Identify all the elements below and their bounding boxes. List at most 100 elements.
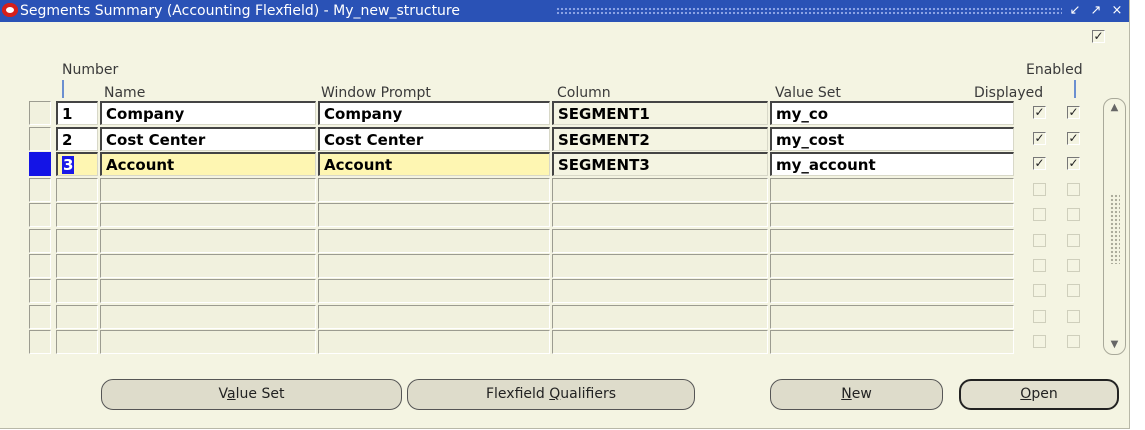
displayed-checkbox[interactable]: ✓ <box>1033 132 1046 145</box>
enabled-checkbox[interactable]: ✓ <box>1067 157 1080 170</box>
number-field[interactable]: 2 <box>56 127 98 151</box>
window-prompt-field[interactable] <box>318 178 550 202</box>
name-field[interactable] <box>100 178 316 202</box>
enabled-checkbox[interactable] <box>1067 334 1080 348</box>
enabled-checkbox[interactable] <box>1067 233 1080 247</box>
number-field[interactable] <box>56 228 98 253</box>
enabled-checkbox[interactable] <box>1067 258 1080 272</box>
window-prompt-field[interactable] <box>318 228 550 253</box>
number-field[interactable] <box>56 253 98 278</box>
column-field[interactable] <box>552 253 768 278</box>
name-field[interactable]: Company <box>100 101 316 125</box>
name-field[interactable] <box>100 228 316 253</box>
enabled-checkbox[interactable]: ✓ <box>1067 106 1080 119</box>
row-selector[interactable] <box>29 279 51 304</box>
window-prompt-field[interactable] <box>318 279 550 304</box>
displayed-checkbox[interactable] <box>1033 334 1046 348</box>
number-field[interactable] <box>56 203 98 228</box>
column-field[interactable] <box>552 178 768 202</box>
column-field[interactable]: SEGMENT2 <box>552 127 768 151</box>
number-field[interactable] <box>56 178 98 202</box>
flexfield-qualifiers-button-mnemonic: Q <box>549 386 561 402</box>
enabled-checkbox[interactable] <box>1067 309 1080 323</box>
row-selector[interactable] <box>29 127 51 151</box>
row-selector[interactable] <box>29 253 51 278</box>
oracle-logo-icon <box>2 3 18 17</box>
name-field[interactable] <box>100 304 316 329</box>
column-field[interactable] <box>552 228 768 253</box>
window-prompt-field[interactable] <box>318 329 550 354</box>
displayed-checkbox[interactable] <box>1033 258 1046 272</box>
window-prompt-field[interactable]: Cost Center <box>318 127 550 151</box>
window-prompt-field[interactable] <box>318 203 550 228</box>
displayed-checkbox[interactable] <box>1033 309 1046 323</box>
enabled-checkbox[interactable] <box>1067 183 1080 196</box>
displayed-checkbox[interactable] <box>1033 183 1046 196</box>
window-prompt-field[interactable]: Company <box>318 101 550 125</box>
header-enabled-marker <box>1074 80 1076 98</box>
number-field[interactable] <box>56 304 98 329</box>
row-selector[interactable] <box>29 203 51 228</box>
value-set-field[interactable]: my_account <box>770 152 1014 176</box>
row-selector[interactable] <box>29 304 51 329</box>
close-icon[interactable]: × <box>1109 2 1125 20</box>
scroll-thumb-grip[interactable] <box>1110 194 1120 264</box>
value-set-field[interactable] <box>770 253 1014 278</box>
value-set-field[interactable] <box>770 228 1014 253</box>
name-field[interactable] <box>100 279 316 304</box>
name-field[interactable]: Cost Center <box>100 127 316 151</box>
vertical-scrollbar[interactable]: ▲ ▼ <box>1103 98 1126 355</box>
scroll-down-icon[interactable]: ▼ <box>1109 340 1120 350</box>
row-selector[interactable] <box>29 101 51 125</box>
value-set-field[interactable] <box>770 304 1014 329</box>
header-displayed: Displayed <box>974 85 1044 101</box>
maximize-icon[interactable]: ↗ <box>1088 2 1104 20</box>
row-selector[interactable] <box>29 329 51 354</box>
value-set-field[interactable] <box>770 203 1014 228</box>
column-field[interactable] <box>552 304 768 329</box>
window-prompt-field[interactable] <box>318 304 550 329</box>
window-prompt-field[interactable]: Account <box>318 152 550 176</box>
displayed-checkbox[interactable]: ✓ <box>1033 106 1046 119</box>
row-selector[interactable] <box>29 228 51 253</box>
minimize-icon[interactable]: ↙ <box>1067 2 1083 20</box>
name-field[interactable]: Account <box>100 152 316 176</box>
number-field[interactable] <box>56 329 98 354</box>
value-set-field[interactable]: my_co <box>770 101 1014 125</box>
displayed-checkbox[interactable] <box>1033 284 1046 298</box>
value-set-field[interactable] <box>770 279 1014 304</box>
window-prompt-field[interactable] <box>318 253 550 278</box>
column-field[interactable] <box>552 203 768 228</box>
top-checkbox[interactable]: ✓ <box>1092 30 1105 43</box>
new-button[interactable]: New <box>770 379 943 410</box>
value-set-button-label: V <box>218 386 228 402</box>
name-field[interactable] <box>100 203 316 228</box>
new-button-label-rest: ew <box>851 386 872 402</box>
value-set-field[interactable] <box>770 329 1014 354</box>
name-field[interactable] <box>100 329 316 354</box>
number-field[interactable]: 1 <box>56 101 98 125</box>
flexfield-qualifiers-button-label: Flexfield <box>485 386 550 402</box>
column-field[interactable] <box>552 279 768 304</box>
flexfield-qualifiers-button[interactable]: Flexfield Qualifiers <box>407 379 695 410</box>
column-field[interactable]: SEGMENT1 <box>552 101 768 125</box>
displayed-checkbox[interactable] <box>1033 233 1046 247</box>
number-field[interactable] <box>56 279 98 304</box>
value-set-field[interactable] <box>770 178 1014 202</box>
number-field[interactable]: 3 <box>56 152 98 176</box>
name-field[interactable] <box>100 253 316 278</box>
row-selector-current[interactable] <box>29 152 51 176</box>
column-field[interactable] <box>552 329 768 354</box>
scroll-up-icon[interactable]: ▲ <box>1109 103 1120 113</box>
open-button[interactable]: Open <box>959 379 1119 410</box>
row-selector[interactable] <box>29 178 51 202</box>
title-bar[interactable]: Segments Summary (Accounting Flexfield) … <box>0 0 1129 22</box>
column-field[interactable]: SEGMENT3 <box>552 152 768 176</box>
displayed-checkbox[interactable]: ✓ <box>1033 157 1046 170</box>
displayed-checkbox[interactable] <box>1033 208 1046 222</box>
enabled-checkbox[interactable] <box>1067 284 1080 298</box>
enabled-checkbox[interactable] <box>1067 208 1080 222</box>
value-set-button[interactable]: Value Set <box>101 379 402 410</box>
value-set-field[interactable]: my_cost <box>770 127 1014 151</box>
enabled-checkbox[interactable]: ✓ <box>1067 132 1080 145</box>
